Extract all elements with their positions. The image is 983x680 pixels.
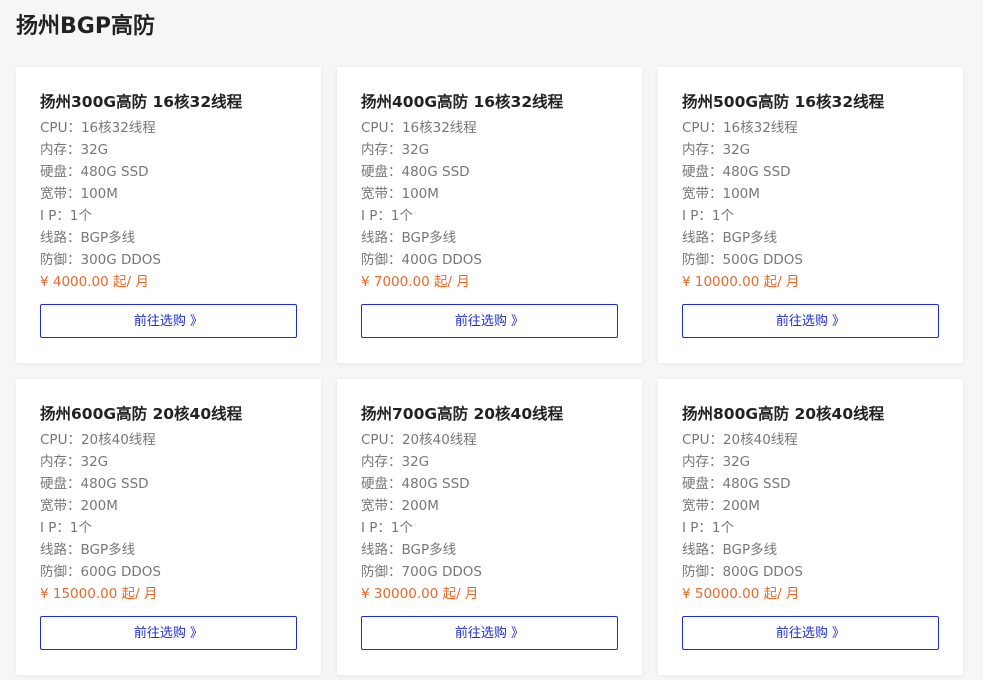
spec-memory: 内存：32G	[361, 454, 430, 470]
product-grid: 扬州300G高防 16核32线程 CPU：16核32线程 内存：32G 硬盘：4…	[16, 67, 963, 675]
spec-line: 线路：BGP多线	[682, 542, 778, 558]
product-title: 扬州500G高防 16核32线程	[682, 93, 885, 111]
spec-line: 线路：BGP多线	[40, 542, 136, 558]
spec-bandwidth: 宽带：200M	[40, 498, 118, 514]
spec-bandwidth: 宽带：100M	[361, 186, 439, 202]
spec-cpu: CPU：16核32线程	[361, 120, 477, 136]
buy-button[interactable]: 前往选购 》	[40, 304, 297, 338]
spec-bandwidth: 宽带：100M	[40, 186, 118, 202]
product-price: ¥ 10000.00 起/ 月	[682, 274, 800, 290]
buy-button[interactable]: 前往选购 》	[40, 616, 297, 650]
product-card: 扬州400G高防 16核32线程 CPU：16核32线程 内存：32G 硬盘：4…	[337, 67, 642, 363]
spec-line: 线路：BGP多线	[361, 542, 457, 558]
spec-defense: 防御：300G DDOS	[40, 252, 162, 268]
spec-disk: 硬盘：480G SSD	[40, 164, 149, 180]
spec-bandwidth: 宽带：200M	[361, 498, 439, 514]
product-price: ¥ 30000.00 起/ 月	[361, 586, 479, 602]
spec-line: 线路：BGP多线	[40, 230, 136, 246]
product-price: ¥ 50000.00 起/ 月	[682, 586, 800, 602]
spec-memory: 内存：32G	[682, 142, 751, 158]
spec-cpu: CPU：20核40线程	[361, 432, 477, 448]
spec-ip: I P：1个	[361, 520, 414, 536]
spec-cpu: CPU：20核40线程	[682, 432, 798, 448]
spec-line: 线路：BGP多线	[682, 230, 778, 246]
spec-ip: I P：1个	[40, 520, 93, 536]
spec-ip: I P：1个	[40, 208, 93, 224]
spec-disk: 硬盘：480G SSD	[682, 476, 791, 492]
spec-ip: I P：1个	[361, 208, 414, 224]
spec-defense: 防御：500G DDOS	[682, 252, 804, 268]
product-title: 扬州800G高防 20核40线程	[682, 405, 885, 423]
spec-memory: 内存：32G	[40, 454, 109, 470]
product-title: 扬州700G高防 20核40线程	[361, 405, 564, 423]
buy-button[interactable]: 前往选购 》	[682, 616, 939, 650]
product-card: 扬州300G高防 16核32线程 CPU：16核32线程 内存：32G 硬盘：4…	[16, 67, 321, 363]
product-card: 扬州700G高防 20核40线程 CPU：20核40线程 内存：32G 硬盘：4…	[337, 379, 642, 675]
buy-button[interactable]: 前往选购 》	[682, 304, 939, 338]
spec-memory: 内存：32G	[682, 454, 751, 470]
spec-disk: 硬盘：480G SSD	[682, 164, 791, 180]
spec-bandwidth: 宽带：200M	[682, 498, 760, 514]
product-title: 扬州300G高防 16核32线程	[40, 93, 243, 111]
product-title: 扬州600G高防 20核40线程	[40, 405, 243, 423]
spec-defense: 防御：400G DDOS	[361, 252, 483, 268]
product-card: 扬州500G高防 16核32线程 CPU：16核32线程 内存：32G 硬盘：4…	[658, 67, 963, 363]
product-card: 扬州800G高防 20核40线程 CPU：20核40线程 内存：32G 硬盘：4…	[658, 379, 963, 675]
spec-disk: 硬盘：480G SSD	[361, 164, 470, 180]
spec-memory: 内存：32G	[361, 142, 430, 158]
product-title: 扬州400G高防 16核32线程	[361, 93, 564, 111]
spec-cpu: CPU：16核32线程	[682, 120, 798, 136]
spec-defense: 防御：800G DDOS	[682, 564, 804, 580]
product-price: ¥ 15000.00 起/ 月	[40, 586, 158, 602]
product-price: ¥ 4000.00 起/ 月	[40, 274, 149, 290]
spec-ip: I P：1个	[682, 208, 735, 224]
spec-cpu: CPU：16核32线程	[40, 120, 156, 136]
spec-disk: 硬盘：480G SSD	[361, 476, 470, 492]
spec-line: 线路：BGP多线	[361, 230, 457, 246]
spec-defense: 防御：700G DDOS	[361, 564, 483, 580]
spec-ip: I P：1个	[682, 520, 735, 536]
spec-bandwidth: 宽带：100M	[682, 186, 760, 202]
product-price: ¥ 7000.00 起/ 月	[361, 274, 470, 290]
buy-button[interactable]: 前往选购 》	[361, 616, 618, 650]
product-card: 扬州600G高防 20核40线程 CPU：20核40线程 内存：32G 硬盘：4…	[16, 379, 321, 675]
spec-memory: 内存：32G	[40, 142, 109, 158]
spec-defense: 防御：600G DDOS	[40, 564, 162, 580]
spec-disk: 硬盘：480G SSD	[40, 476, 149, 492]
page-title: 扬州BGP高防	[16, 14, 155, 39]
spec-cpu: CPU：20核40线程	[40, 432, 156, 448]
buy-button[interactable]: 前往选购 》	[361, 304, 618, 338]
